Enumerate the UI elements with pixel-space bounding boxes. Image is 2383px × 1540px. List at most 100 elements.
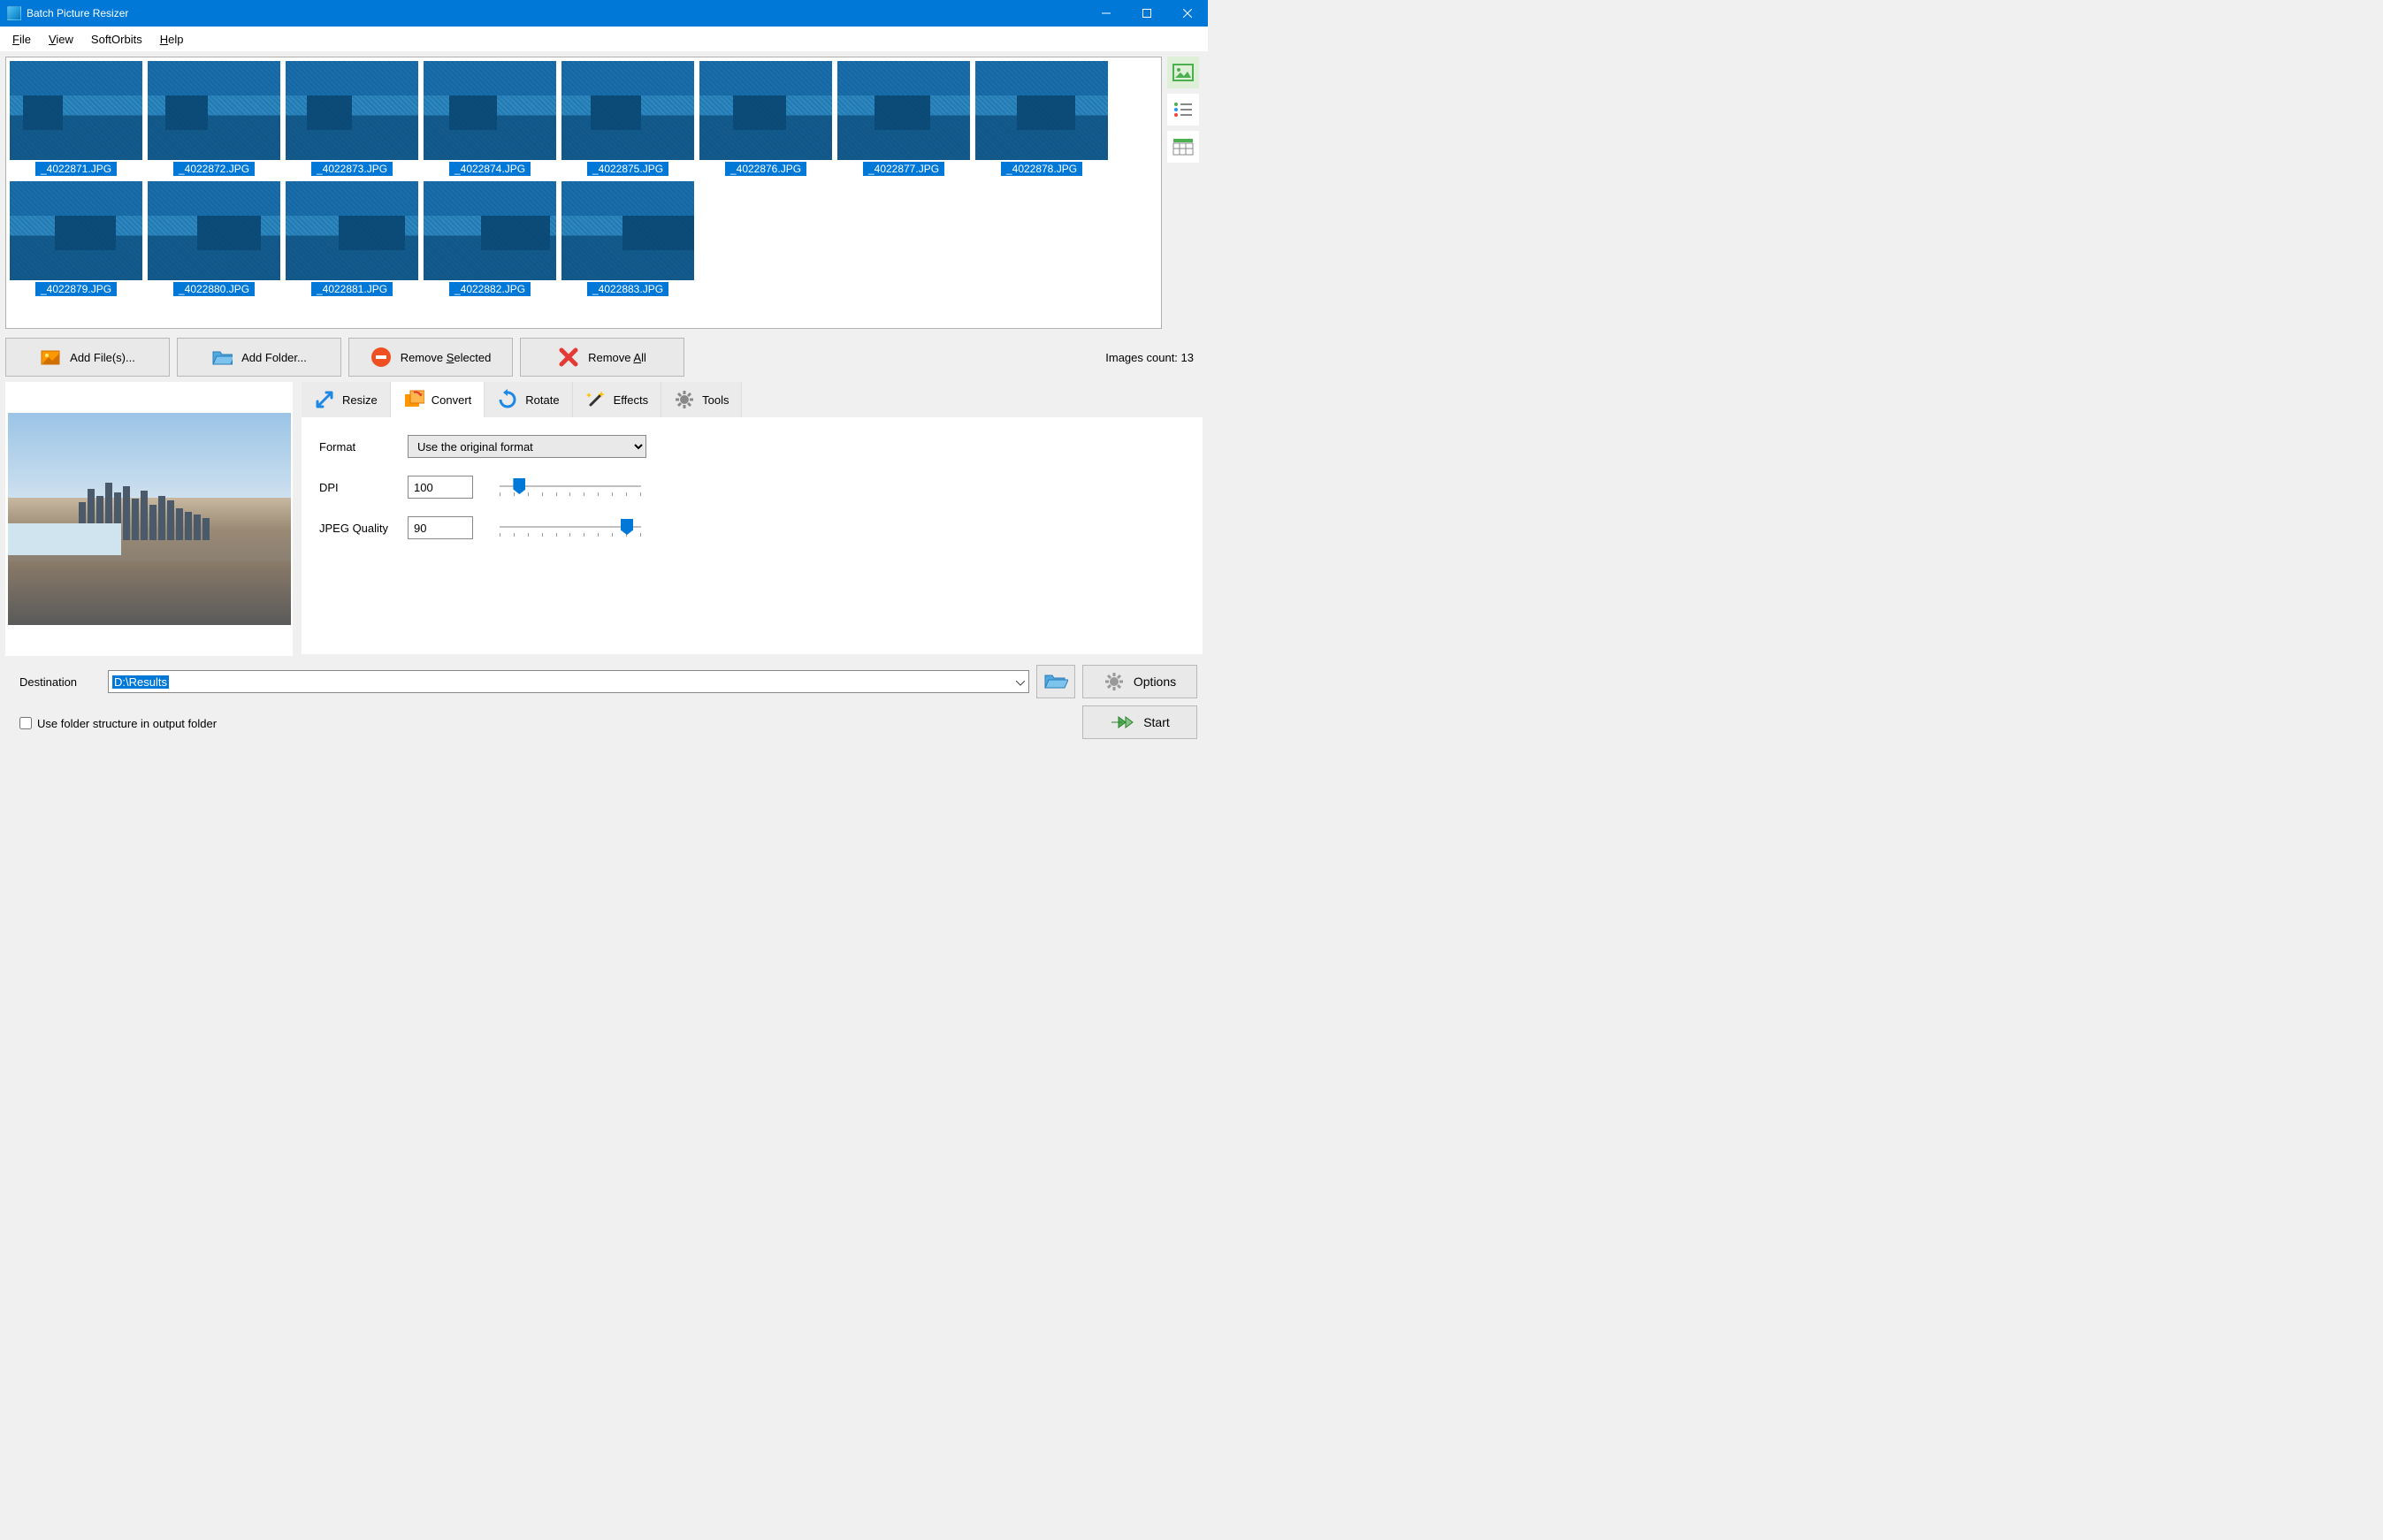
thumbnail-item[interactable]: _4022874.JPG [424,61,556,176]
folder-open-icon [1043,672,1068,691]
menu-file[interactable]: File [4,29,40,50]
add-files-button[interactable]: Add File(s)... [5,338,170,377]
thumbnail-image [424,181,556,280]
thumbnail-item[interactable]: _4022871.JPG [10,61,142,176]
grid-icon [1172,138,1194,156]
thumbnail-image [424,61,556,160]
options-label: Options [1134,675,1176,689]
remove-all-label: Remove All [588,351,646,364]
thumbnail-item[interactable]: _4022883.JPG [561,181,694,296]
delete-icon [558,347,579,368]
thumbnail-item[interactable]: _4022880.JPG [148,181,280,296]
play-icon [1110,713,1134,731]
tab-convert-label: Convert [432,393,472,407]
minimize-button[interactable] [1086,0,1127,27]
tab-tools-label: Tools [702,393,729,407]
tab-effects[interactable]: Effects [573,382,662,417]
format-label: Format [319,440,408,454]
thumbnail-image [148,181,280,280]
remove-icon [370,347,392,368]
dpi-input[interactable] [408,476,473,499]
title-bar: Batch Picture Resizer [0,0,1208,27]
effects-icon [585,389,607,410]
thumbnail-item[interactable]: _4022875.JPG [561,61,694,176]
resize-icon [314,389,335,410]
thumbnail-filename: _4022875.JPG [587,162,668,176]
browse-destination-button[interactable] [1036,665,1075,698]
preview-pane [5,382,293,656]
destination-combo[interactable]: D:\Results [108,670,1029,693]
menu-view[interactable]: View [40,29,82,50]
thumbnail-image [561,181,694,280]
remove-selected-label: Remove Selected [401,351,492,364]
tab-tools[interactable]: Tools [661,382,742,417]
tab-effects-label: Effects [614,393,649,407]
menu-help[interactable]: Help [151,29,193,50]
close-button[interactable] [1167,0,1208,27]
thumbnail-image [10,181,142,280]
thumbnail-item[interactable]: _4022872.JPG [148,61,280,176]
thumbnail-image [699,61,832,160]
view-details-button[interactable] [1167,131,1199,163]
thumbnail-image [975,61,1108,160]
tab-rotate[interactable]: Rotate [485,382,572,417]
thumbnail-image [286,61,418,160]
add-folder-label: Add Folder... [241,351,307,364]
thumbnail-item[interactable]: _4022873.JPG [286,61,418,176]
add-folder-button[interactable]: Add Folder... [177,338,341,377]
maximize-button[interactable] [1127,0,1167,27]
thumbnail-image [837,61,970,160]
chevron-down-icon [1016,675,1025,689]
thumbnail-item[interactable]: _4022879.JPG [10,181,142,296]
thumbnail-filename: _4022876.JPG [725,162,806,176]
thumbnail-item[interactable]: _4022882.JPG [424,181,556,296]
thumbnail-image [148,61,280,160]
thumbnail-filename: _4022877.JPG [863,162,944,176]
thumbnail-filename: _4022871.JPG [35,162,117,176]
thumbnail-item[interactable]: _4022881.JPG [286,181,418,296]
thumbnail-item[interactable]: _4022877.JPG [837,61,970,176]
thumbnail-image [10,61,142,160]
thumbnail-filename: _4022879.JPG [35,282,117,296]
thumbnail-filename: _4022873.JPG [311,162,393,176]
thumbnail-filename: _4022874.JPG [449,162,531,176]
tools-icon [674,389,695,410]
window-title: Batch Picture Resizer [27,7,128,19]
remove-selected-button[interactable]: Remove Selected [348,338,513,377]
thumbnails-panel[interactable]: _4022871.JPG _4022872.JPG _4022873.JPG _402… [5,57,1162,329]
folder-icon [211,347,233,368]
thumbnail-image [286,181,418,280]
start-button[interactable]: Start [1082,705,1197,739]
thumbnail-filename: _4022872.JPG [173,162,255,176]
tabs-bar: Resize Convert Rotate Effects Tools [302,382,1203,417]
tab-resize[interactable]: Resize [302,382,391,417]
preview-image [8,413,291,625]
menu-softorbits[interactable]: SoftOrbits [82,29,151,50]
start-label: Start [1143,715,1170,729]
tab-rotate-label: Rotate [525,393,559,407]
thumbnail-item[interactable]: _4022878.JPG [975,61,1108,176]
tab-convert[interactable]: Convert [391,382,485,417]
thumbnail-filename: _4022880.JPG [173,282,255,296]
thumbnail-filename: _4022881.JPG [311,282,393,296]
destination-label: Destination [11,675,101,689]
format-select[interactable]: Use the original format [408,435,646,458]
view-thumbnails-button[interactable] [1167,57,1199,88]
app-icon [7,6,21,20]
jpeg-quality-slider[interactable] [500,517,641,538]
thumbnail-item[interactable]: _4022876.JPG [699,61,832,176]
destination-value: D:\Results [112,675,169,689]
tab-content-convert: Format Use the original format DPI JPEG … [302,417,1203,654]
options-button[interactable]: Options [1082,665,1197,698]
dpi-slider[interactable] [500,476,641,498]
use-folder-structure-checkbox[interactable] [19,717,32,729]
remove-all-button[interactable]: Remove All [520,338,684,377]
thumbnail-filename: _4022883.JPG [587,282,668,296]
thumbnail-image [561,61,694,160]
view-list-button[interactable] [1167,94,1199,126]
convert-icon [403,389,424,410]
tab-resize-label: Resize [342,393,378,407]
jpeg-quality-label: JPEG Quality [319,522,408,535]
jpeg-quality-input[interactable] [408,516,473,539]
thumbnail-filename: _4022882.JPG [449,282,531,296]
